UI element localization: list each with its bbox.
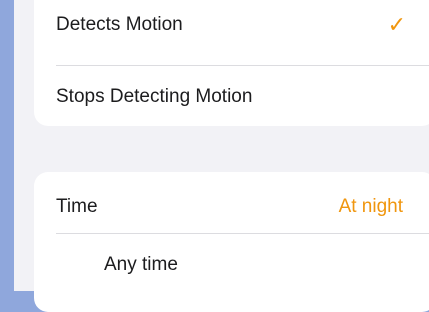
option-label: Detects Motion xyxy=(56,14,183,35)
option-detects-motion[interactable]: Detects Motion ✓ xyxy=(34,8,429,42)
option-label: Stops Detecting Motion xyxy=(56,86,253,107)
trigger-options-group: Detects Motion ✓ Stops Detecting Motion xyxy=(34,0,429,126)
time-option-any-time[interactable]: Any time xyxy=(34,248,429,282)
divider xyxy=(56,65,429,66)
checkmark-icon: ✓ xyxy=(387,12,406,37)
time-row[interactable]: Time At night xyxy=(34,190,429,224)
time-label: Time xyxy=(56,196,98,217)
time-group: Time At night Any time xyxy=(34,172,429,312)
time-value: At night xyxy=(338,196,403,217)
settings-sheet: Detects Motion ✓ Stops Detecting Motion … xyxy=(14,0,429,312)
divider xyxy=(56,233,429,234)
time-option-label: Any time xyxy=(104,254,178,275)
option-stops-detecting-motion[interactable]: Stops Detecting Motion xyxy=(34,80,429,114)
